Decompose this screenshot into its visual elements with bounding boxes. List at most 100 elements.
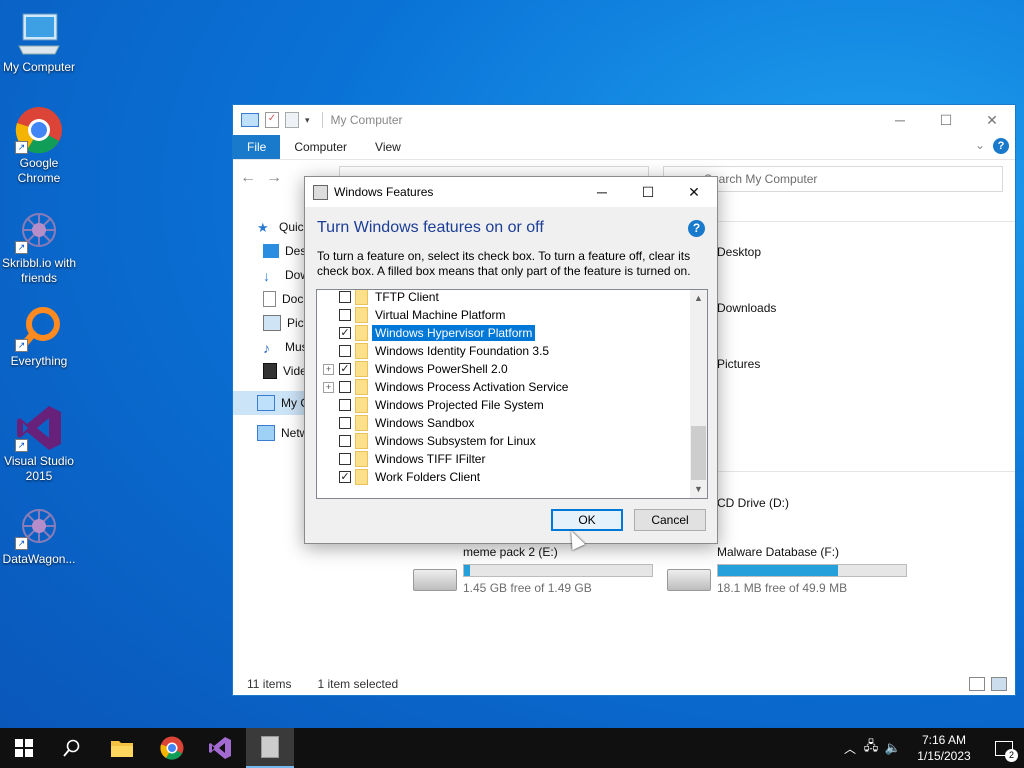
folder-desktop[interactable]: Desktop [717,245,761,259]
desktop-icon-label: Google Chrome [17,156,61,185]
folder-pictures[interactable]: Pictures [717,357,760,371]
feature-row[interactable]: Virtual Machine Platform [317,306,687,324]
desktop-icon-datawagon[interactable]: ↗ DataWagon... [0,502,79,567]
help-icon[interactable]: ? [688,220,705,237]
feature-checkbox[interactable] [339,435,351,447]
clock[interactable]: 7:16 AM 1/15/2023 [904,732,984,764]
help-icon[interactable]: ? [993,138,1009,154]
search-button[interactable] [48,728,96,768]
ok-button[interactable]: OK [551,509,623,531]
folder-downloads[interactable]: Downloads [717,301,776,315]
desktop-icon-chrome[interactable]: ↗ Google Chrome [0,106,79,186]
feature-checkbox[interactable] [339,381,351,393]
cancel-button[interactable]: Cancel [634,509,706,531]
film-icon [263,363,277,379]
visual-studio-icon [209,737,231,759]
tab-file[interactable]: File [233,135,281,159]
taskbar-visual-studio[interactable] [196,728,244,768]
feature-checkbox[interactable] [339,309,351,321]
search-icon [63,739,80,757]
details-view-icon[interactable] [969,677,985,691]
feature-label: Windows Subsystem for Linux [375,434,536,448]
chrome-icon [160,736,184,760]
expand-plus-icon[interactable]: + [323,381,334,393]
minimize-button[interactable]: ─ [877,105,923,135]
volume-icon[interactable]: 🔈 [882,740,904,756]
feature-checkbox[interactable] [339,291,351,303]
desktop-icon-label: Skribbl.io with friends [1,256,77,285]
taskbar-windows-features[interactable] [246,728,294,768]
taskbar-chrome[interactable] [148,728,196,768]
drive-f[interactable]: Malware Database (F:) 18.1 MB free of 49… [717,545,977,595]
feature-row[interactable]: Windows Projected File System [317,396,687,414]
feature-checkbox[interactable] [339,399,351,411]
folder-icon [355,290,368,305]
folder-icon [355,397,368,413]
dialog-maximize-button[interactable]: ☐ [625,177,671,207]
new-folder-icon[interactable] [285,112,299,128]
dialog-title-bar[interactable]: Windows Features ─ ☐ ✕ [305,177,717,207]
feature-label: Windows PowerShell 2.0 [375,362,508,376]
section-divider [717,221,1015,222]
scroll-thumb[interactable] [691,426,706,480]
feature-row[interactable]: + ✓ Windows PowerShell 2.0 [317,360,687,378]
feature-label: Windows Hypervisor Platform [370,324,537,342]
dialog-close-button[interactable]: ✕ [671,177,717,207]
properties-icon[interactable]: ✓ [265,112,279,128]
show-hidden-icons-chevron-icon[interactable]: ︿ [840,740,860,757]
desktop-icon-label: DataWagon... [2,552,76,566]
drive-name: Malware Database (F:) [717,545,840,559]
quick-access-dropdown-icon[interactable]: ▾ [305,115,310,126]
clock-time: 7:16 AM [921,733,967,747]
everything-search-icon: ↗ [15,304,63,352]
folder-icon [355,469,368,485]
drive-name: meme pack 2 (E:) [463,545,558,559]
tab-computer[interactable]: Computer [280,135,361,159]
feature-row[interactable]: ✓ Windows Hypervisor Platform [317,324,687,342]
back-arrow-icon[interactable]: ← [237,169,259,187]
folder-icon [111,741,133,757]
feature-checkbox[interactable] [339,417,351,429]
large-icons-view-icon[interactable] [991,677,1007,691]
shortcut-arrow-icon: ↗ [15,439,28,452]
cd-drive[interactable]: CD Drive (D:) [717,496,789,510]
feature-checkbox[interactable] [339,345,351,357]
feature-checkbox[interactable]: ✓ [339,363,351,375]
feature-row[interactable]: + Windows Process Activation Service [317,378,687,396]
feature-row[interactable]: Windows Identity Foundation 3.5 [317,342,687,360]
feature-row[interactable]: TFTP Client [317,290,687,306]
vertical-scrollbar[interactable]: ▲ ▼ [690,290,707,498]
desktop-icon-skribbl[interactable]: ↗ Skribbl.io with friends [0,206,79,286]
maximize-button[interactable]: ☐ [923,105,969,135]
scroll-down-arrow-icon[interactable]: ▼ [690,481,707,498]
expand-plus-icon[interactable]: + [323,363,334,375]
desktop-icon-my-computer[interactable]: My Computer [0,10,79,75]
feature-row[interactable]: Windows Subsystem for Linux [317,432,687,450]
feature-row[interactable]: Windows TIFF IFilter [317,450,687,468]
explorer-title-bar[interactable]: ✓ ▾ My Computer ─ ☐ ✕ [233,105,1015,135]
start-button[interactable] [0,728,48,768]
folder-icon [355,433,368,449]
folder-icon [355,307,368,323]
dialog-minimize-button[interactable]: ─ [579,177,625,207]
pictures-icon [263,315,281,331]
desktop-icon-visual-studio[interactable]: ↗ Visual Studio 2015 [0,404,79,484]
tab-view[interactable]: View [361,135,415,159]
feature-row[interactable]: Windows Sandbox [317,414,687,432]
shortcut-arrow-icon: ↗ [15,141,28,154]
expand-ribbon-icon[interactable]: ⌄ [975,138,985,152]
computer-icon [257,395,275,411]
shortcut-arrow-icon: ↗ [15,339,28,352]
feature-checkbox[interactable]: ✓ [339,327,351,339]
dialog-heading: Turn Windows features on or off [317,219,544,236]
notification-center-button[interactable]: 2 [984,728,1024,768]
close-button[interactable]: ✕ [969,105,1015,135]
feature-checkbox[interactable] [339,453,351,465]
scroll-up-arrow-icon[interactable]: ▲ [690,290,707,307]
forward-arrow-icon[interactable]: → [263,169,285,187]
network-icon[interactable]: 🖧 [860,737,882,759]
desktop-icon-everything[interactable]: ↗ Everything [0,304,79,369]
taskbar-file-explorer[interactable] [98,728,146,768]
feature-checkbox[interactable]: ✓ [339,471,351,483]
feature-row[interactable]: ✓ Work Folders Client [317,468,687,486]
